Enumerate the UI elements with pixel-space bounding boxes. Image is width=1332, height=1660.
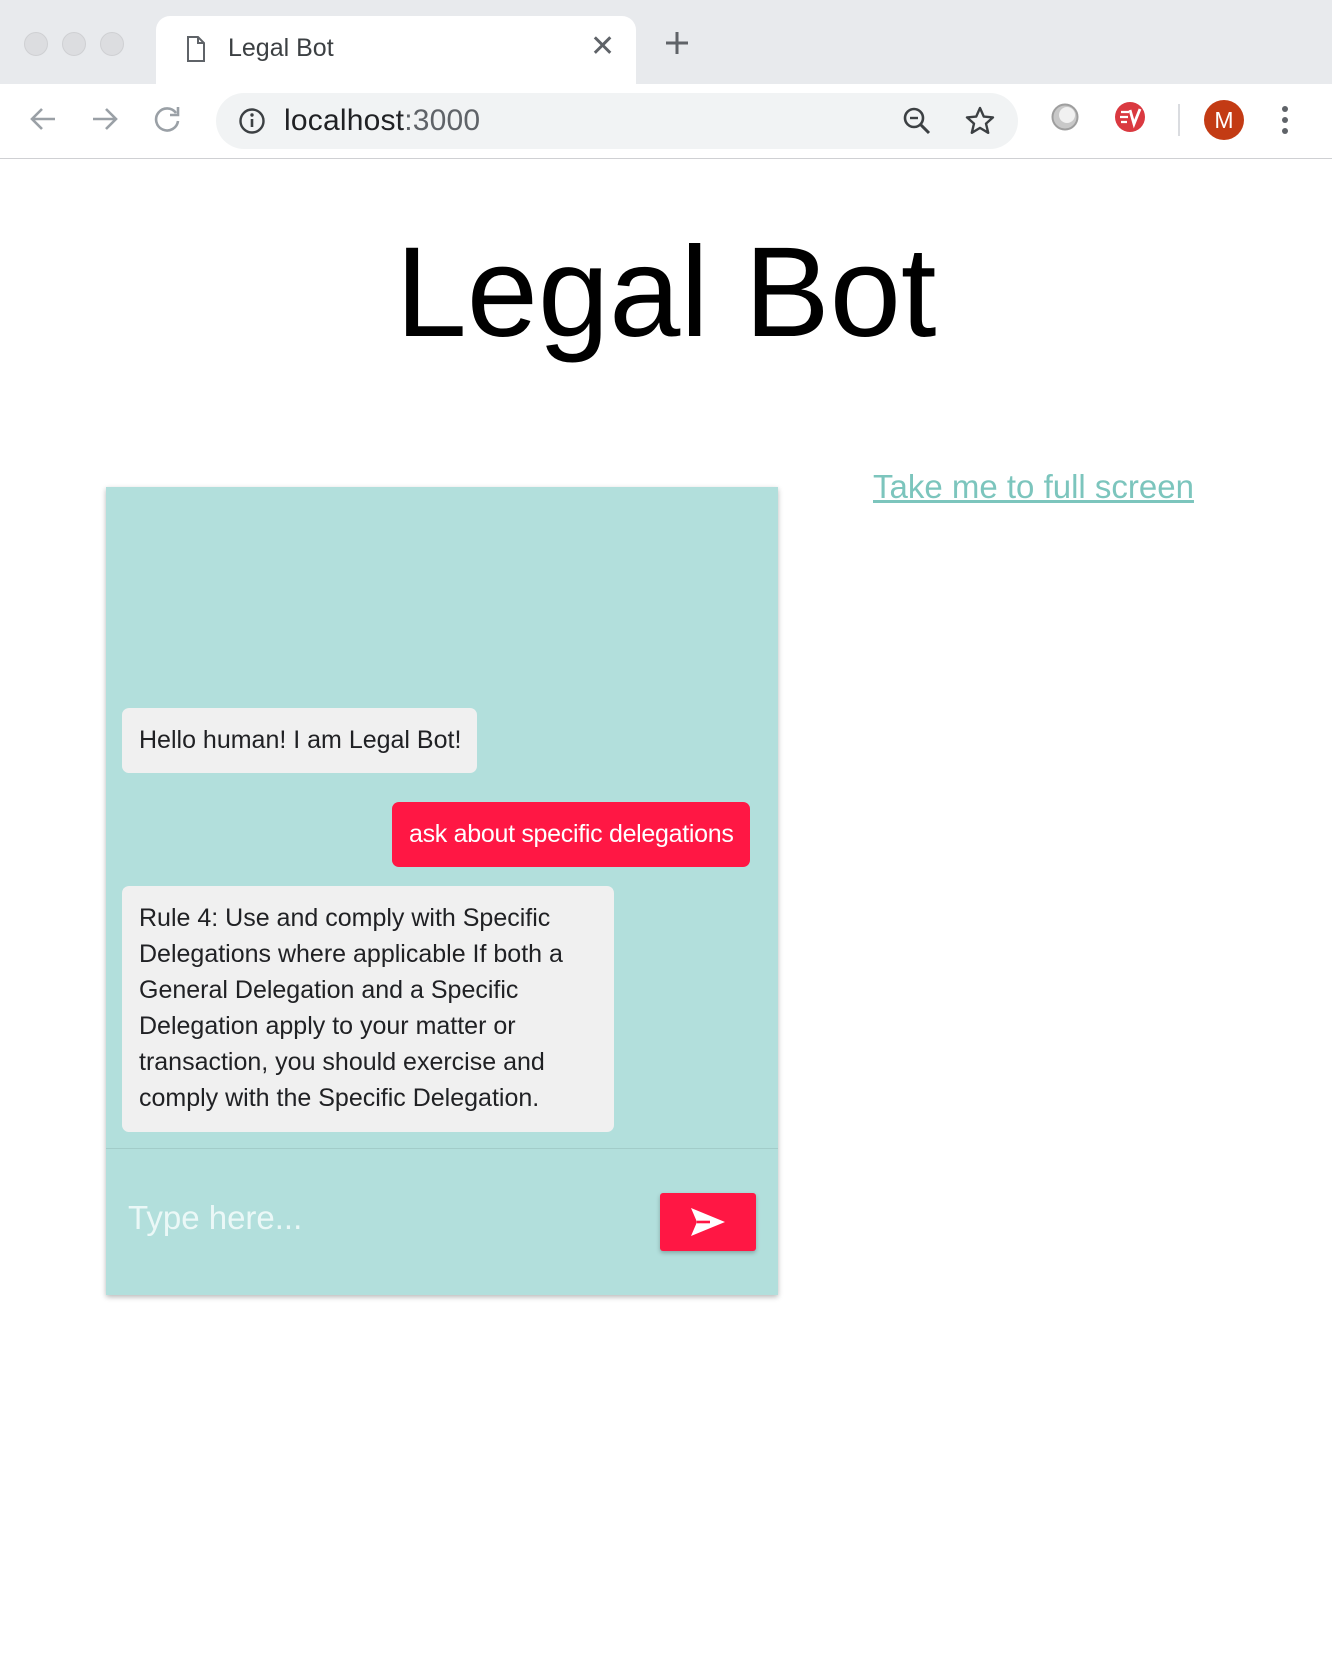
url-text[interactable]: localhost:3000 xyxy=(284,104,480,138)
profile-avatar[interactable]: M xyxy=(1204,100,1244,140)
address-bar[interactable]: localhost:3000 xyxy=(216,93,1018,149)
new-tab-icon[interactable] xyxy=(664,30,690,61)
bot-message: Hello human! I am Legal Bot! xyxy=(122,708,478,773)
menu-dots-icon[interactable] xyxy=(1280,104,1290,141)
close-icon[interactable]: ✕ xyxy=(590,32,615,62)
forward-icon[interactable] xyxy=(90,104,120,139)
send-icon xyxy=(691,1208,725,1236)
page-title: Legal Bot xyxy=(395,221,937,364)
chat-widget: Hello human! I am Legal Bot! ask about s… xyxy=(106,487,778,1295)
window-zoom-dot[interactable] xyxy=(100,32,124,56)
browser-toolbar: localhost:3000 M xyxy=(0,84,1332,159)
browser-tab-strip: Legal Bot ✕ xyxy=(0,0,1332,84)
window-minimize-dot[interactable] xyxy=(62,32,86,56)
extension-icon[interactable] xyxy=(1050,102,1080,137)
toolbar-divider xyxy=(1178,104,1180,136)
bookmark-star-icon[interactable] xyxy=(964,105,996,142)
user-message: ask about specific delegations xyxy=(392,802,750,867)
full-screen-link[interactable]: Take me to full screen xyxy=(873,468,1194,506)
chat-input-divider xyxy=(106,1148,778,1149)
zoom-icon[interactable] xyxy=(902,106,932,141)
send-button[interactable] xyxy=(660,1193,756,1251)
chat-message-input[interactable] xyxy=(128,1193,578,1243)
document-icon xyxy=(186,36,206,67)
browser-tab[interactable]: Legal Bot ✕ xyxy=(156,16,636,84)
reload-icon[interactable] xyxy=(152,104,182,139)
url-host: localhost xyxy=(284,104,405,137)
back-icon[interactable] xyxy=(28,104,58,139)
url-port: :3000 xyxy=(404,104,481,137)
bot-message: Rule 4: Use and comply with Specific Del… xyxy=(122,886,614,1132)
tab-title: Legal Bot xyxy=(228,34,334,62)
site-info-icon[interactable] xyxy=(238,107,266,140)
window-close-dot[interactable] xyxy=(24,32,48,56)
expressvpn-icon[interactable] xyxy=(1114,101,1146,138)
